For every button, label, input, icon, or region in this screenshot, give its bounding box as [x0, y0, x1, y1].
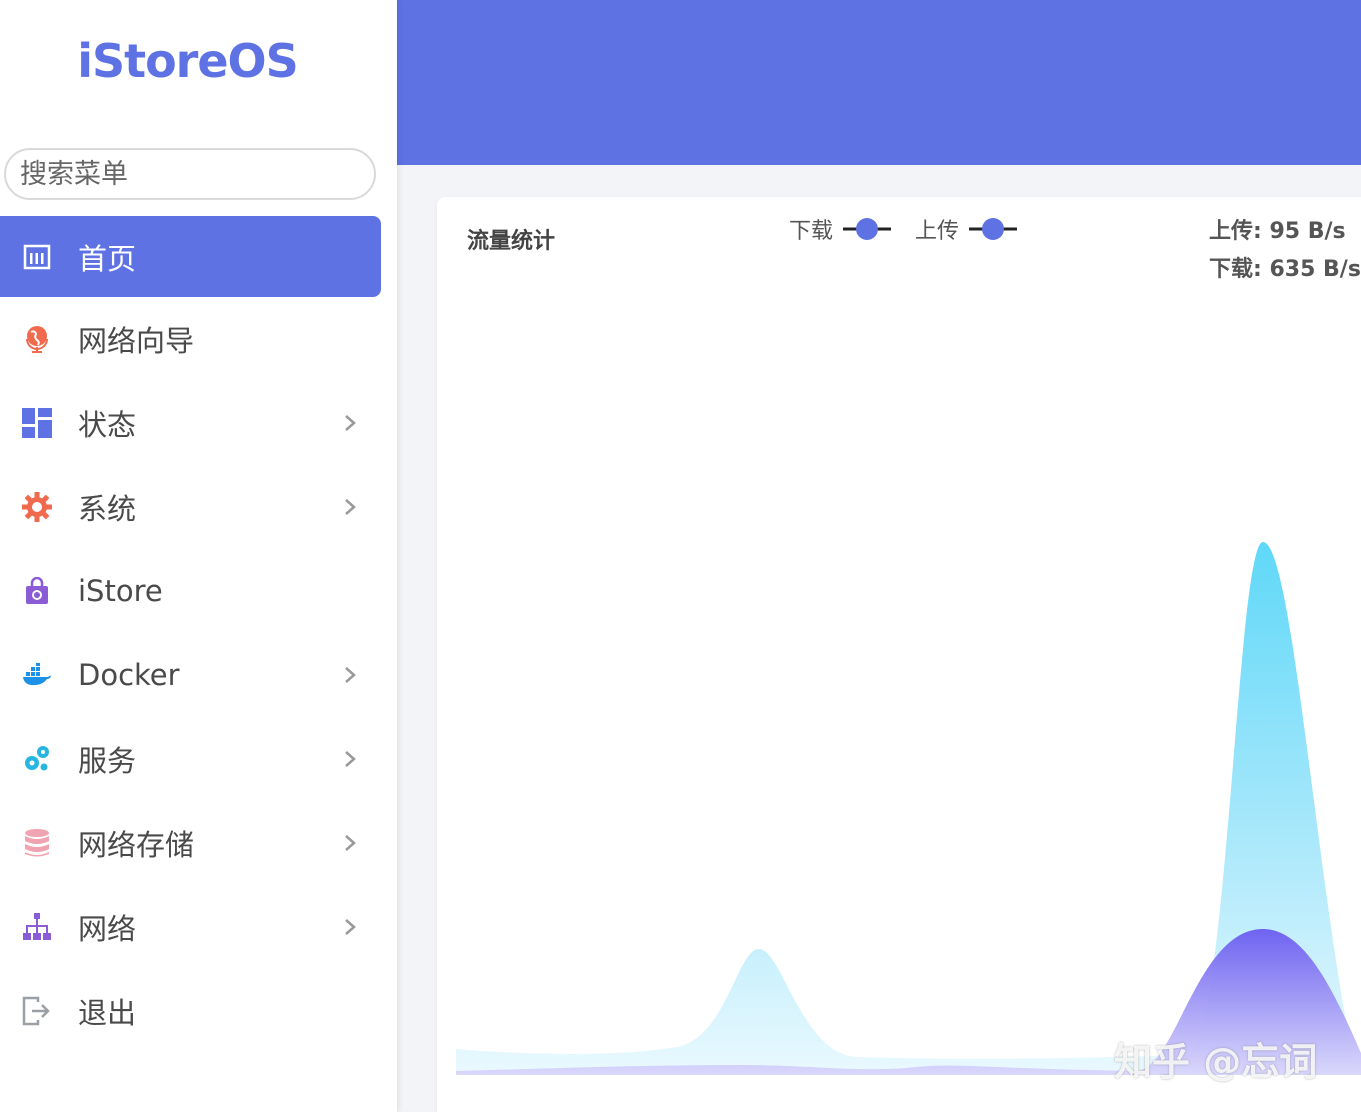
chart-legend: 下载 上传 — [789, 213, 1041, 245]
sidebar-item-label: 网络存储 — [78, 828, 195, 862]
sidebar-item-home[interactable]: 首页 — [0, 216, 381, 297]
network-tree-icon — [22, 912, 52, 942]
dashboard-icon — [22, 242, 52, 272]
download-rate: 下载: 635 B/s — [1209, 257, 1361, 282]
sidebar-item-docker[interactable]: Docker — [0, 633, 381, 717]
sidebar-item-label: 网络向导 — [78, 324, 195, 358]
sidebar-item-label: 服务 — [78, 744, 137, 778]
logout-icon — [22, 996, 52, 1026]
gear-icon — [22, 492, 52, 522]
sidebar-item-network[interactable]: 网络 — [0, 885, 381, 969]
legend-marker-icon — [843, 218, 892, 240]
status-grid-icon — [22, 408, 52, 438]
traffic-statistics-card: 流量统计 下载 上传 上传: 95 B/s 下载: 635 B/s 知乎 @忘词 — [437, 197, 1361, 1112]
sidebar-item-label: iStore — [78, 574, 163, 608]
upload-rate: 上传: 95 B/s — [1209, 219, 1346, 244]
docker-whale-icon — [22, 660, 52, 690]
chevron-right-icon — [345, 667, 356, 683]
legend-download[interactable]: 下载 — [789, 213, 893, 245]
legend-marker-icon — [969, 218, 1018, 240]
shopping-bag-icon — [22, 576, 52, 606]
sidebar: iStoreOS 首页 网络向导 状态 — [0, 0, 397, 1112]
sidebar-item-system[interactable]: 系统 — [0, 465, 381, 549]
sidebar-item-label: 首页 — [78, 241, 137, 276]
sidebar-item-istore[interactable]: iStore — [0, 549, 381, 633]
search-menu-input[interactable] — [4, 148, 376, 200]
sidebar-item-logout[interactable]: 退出 — [0, 969, 381, 1053]
sidebar-item-label: 状态 — [78, 408, 137, 442]
header-banner — [397, 0, 1361, 165]
chevron-right-icon — [345, 919, 356, 935]
chevron-right-icon — [345, 499, 356, 515]
legend-upload[interactable]: 上传 — [915, 213, 1019, 245]
gears-icon — [22, 744, 52, 774]
globe-icon — [22, 324, 52, 354]
watermark: 知乎 @忘词 — [1114, 1040, 1318, 1084]
sidebar-item-network-storage[interactable]: 网络存储 — [0, 801, 381, 885]
sidebar-menu: 首页 网络向导 状态 系统 iStore Docker 服务 网络存储 网络 退… — [0, 216, 381, 1053]
traffic-area-chart — [456, 542, 1361, 1077]
traffic-rates: 上传: 95 B/s 下载: 635 B/s — [1209, 213, 1361, 289]
istoreos-logo[interactable]: iStoreOS — [0, 34, 375, 88]
chevron-right-icon — [345, 415, 356, 431]
sidebar-item-label: Docker — [78, 658, 180, 692]
sidebar-item-status[interactable]: 状态 — [0, 381, 381, 465]
chevron-right-icon — [345, 835, 356, 851]
chevron-right-icon — [345, 751, 356, 767]
sidebar-item-network-wizard[interactable]: 网络向导 — [0, 297, 381, 381]
sidebar-item-label: 网络 — [78, 912, 137, 946]
sidebar-item-services[interactable]: 服务 — [0, 717, 381, 801]
sidebar-item-label: 退出 — [78, 996, 137, 1030]
sidebar-item-label: 系统 — [78, 492, 137, 526]
traffic-title: 流量统计 — [467, 229, 556, 254]
database-icon — [22, 828, 52, 858]
